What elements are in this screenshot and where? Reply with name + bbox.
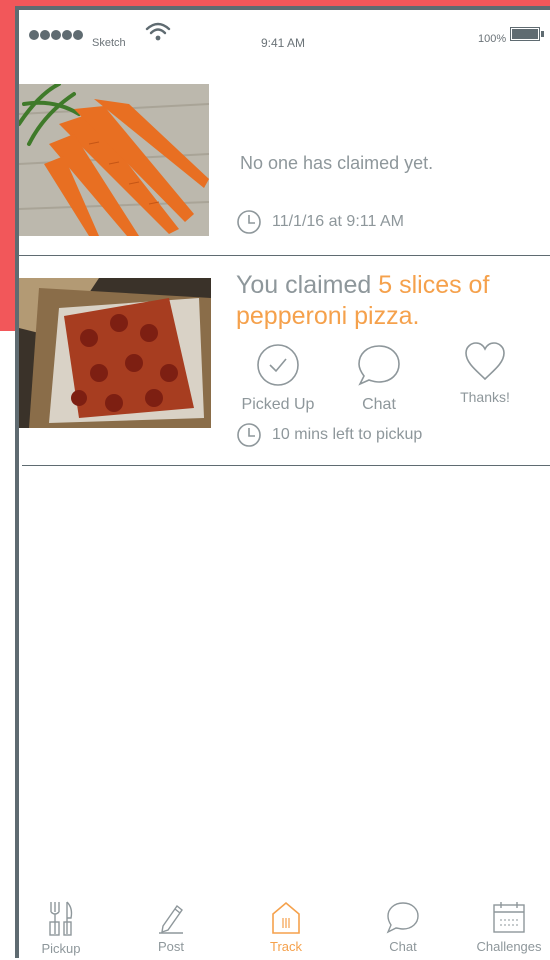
claim-status-text: No one has claimed yet. bbox=[240, 153, 434, 173]
tab-challenges[interactable]: Challenges bbox=[464, 900, 550, 954]
tab-bar: Pickup Post Track Chat Challenges bbox=[19, 900, 550, 960]
battery-percent: 100% bbox=[478, 33, 507, 45]
chat-label: Chat bbox=[362, 396, 396, 413]
picked-up-label: Picked Up bbox=[241, 396, 315, 413]
chat-bubble-icon bbox=[386, 902, 419, 934]
time-left-text: 10 mins left to pickup bbox=[272, 426, 423, 443]
tab-chat-label: Chat bbox=[389, 939, 417, 954]
house-icon bbox=[272, 901, 300, 934]
clock-icon bbox=[237, 423, 261, 447]
claim-prefix: You claimed bbox=[236, 271, 379, 299]
tab-pickup-label: Pickup bbox=[41, 941, 81, 956]
tab-track-label: Track bbox=[269, 939, 303, 954]
tab-post[interactable]: Post bbox=[126, 900, 216, 954]
picked-up-button[interactable]: Picked Up bbox=[239, 343, 317, 414]
heart-icon bbox=[465, 342, 505, 381]
wifi-icon bbox=[145, 22, 171, 41]
pencil-icon bbox=[159, 904, 183, 934]
carrots-photo[interactable] bbox=[19, 84, 209, 236]
utensils-icon bbox=[49, 901, 73, 936]
pickup-time-row: 10 mins left to pickup bbox=[236, 422, 422, 448]
signal-strength-icon bbox=[29, 30, 83, 40]
timestamp-row: 11/1/16 at 9:11 AM bbox=[236, 209, 404, 235]
calendar-icon bbox=[493, 902, 525, 933]
thanks-button[interactable]: Thanks! bbox=[451, 340, 519, 405]
carrier-name: Sketch bbox=[92, 37, 126, 49]
chat-bubble-icon bbox=[358, 345, 400, 386]
battery-icon bbox=[510, 27, 540, 41]
thanks-label: Thanks! bbox=[460, 389, 510, 405]
check-circle-icon bbox=[257, 344, 299, 386]
phone-frame: Sketch 9:41 AM 100% No one has claimed y… bbox=[15, 6, 550, 958]
tab-post-label: Post bbox=[157, 939, 184, 954]
status-bar: Sketch 9:41 AM 100% bbox=[19, 10, 550, 66]
card-divider bbox=[19, 255, 550, 256]
tab-chat[interactable]: Chat bbox=[358, 900, 448, 954]
claim-title: You claimed 5 slices of pepperoni pizza. bbox=[236, 270, 541, 332]
tab-challenges-label: Challenges bbox=[476, 939, 542, 954]
pizza-photo[interactable] bbox=[19, 278, 211, 428]
tab-track[interactable]: Track bbox=[241, 900, 331, 954]
battery-tip bbox=[541, 31, 544, 37]
card-divider bbox=[22, 465, 550, 466]
chat-button[interactable]: Chat bbox=[349, 343, 409, 414]
status-time: 9:41 AM bbox=[261, 36, 306, 50]
post-timestamp: 11/1/16 at 9:11 AM bbox=[272, 213, 404, 230]
clock-icon bbox=[237, 210, 261, 234]
tab-pickup[interactable]: Pickup bbox=[16, 900, 106, 956]
